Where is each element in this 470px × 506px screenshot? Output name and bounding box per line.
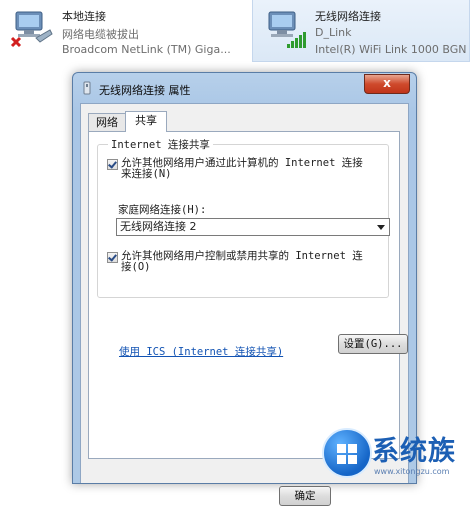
allow-control-checkbox[interactable]	[107, 252, 118, 263]
dialog-title: 无线网络连接 属性	[99, 84, 191, 97]
wired-network-disconnected-icon	[10, 8, 54, 50]
sharing-panel: Internet 连接共享 允许其他网络用户通过此计算机的 Internet 连…	[88, 131, 408, 459]
wireless-adapter-icon	[81, 81, 93, 98]
wifi-network-name: D_Link	[315, 26, 352, 39]
local-connection-name: 本地连接	[62, 10, 106, 23]
watermark-url: www.xitongzu.com	[374, 467, 450, 476]
wireless-network-icon	[263, 8, 307, 50]
site-watermark: 系统族 www.xitongzu.com	[322, 426, 470, 484]
tab-sharing[interactable]: 共享	[125, 111, 167, 132]
close-button[interactable]: x	[364, 74, 410, 94]
dropdown-arrow-icon	[377, 225, 385, 230]
allow-control-label-line2: 接(O)	[121, 261, 151, 273]
wifi-connection-adapter: Intel(R) WiFi Link 1000 BGN	[315, 43, 467, 56]
ok-button[interactable]: 确定	[279, 486, 331, 506]
wifi-connection-item[interactable]: 无线网络连接 D_Link Intel(R) WiFi Link 1000 BG…	[252, 0, 470, 62]
home-network-value: 无线网络连接 2	[120, 220, 197, 233]
local-connection-status: 网络电缆被拔出	[62, 28, 139, 41]
home-network-label: 家庭网络连接(H):	[118, 204, 207, 216]
settings-button[interactable]: 设置(G)...	[338, 334, 408, 354]
windows-logo-icon	[322, 428, 372, 478]
allow-control-label-line1: 允许其他网络用户控制或禁用共享的 Internet 连	[121, 250, 363, 262]
ics-group: Internet 连接共享 允许其他网络用户通过此计算机的 Internet 连…	[97, 137, 390, 298]
allow-share-checkbox[interactable]	[107, 159, 118, 170]
watermark-brand: 系统族	[372, 436, 456, 467]
dialog-title-bar[interactable]: 无线网络连接 属性 x	[73, 73, 416, 103]
home-network-select[interactable]: 无线网络连接 2	[116, 218, 390, 236]
local-connection-item[interactable]: 本地连接 网络电缆被拔出 Broadcom NetLink (TM) Giga.…	[0, 0, 250, 62]
local-connection-adapter: Broadcom NetLink (TM) Giga...	[62, 43, 231, 56]
properties-dialog: 无线网络连接 属性 x 网络 共享 Internet 连接共享 允许其他网络用户…	[72, 72, 417, 506]
ics-help-link[interactable]: 使用 ICS (Internet 连接共享)	[119, 344, 283, 359]
wifi-connection-name: 无线网络连接	[315, 10, 381, 23]
tab-network[interactable]: 网络	[88, 113, 126, 131]
allow-share-label-line2: 来连接(N)	[121, 168, 172, 180]
ics-group-title: Internet 连接共享	[108, 137, 213, 152]
